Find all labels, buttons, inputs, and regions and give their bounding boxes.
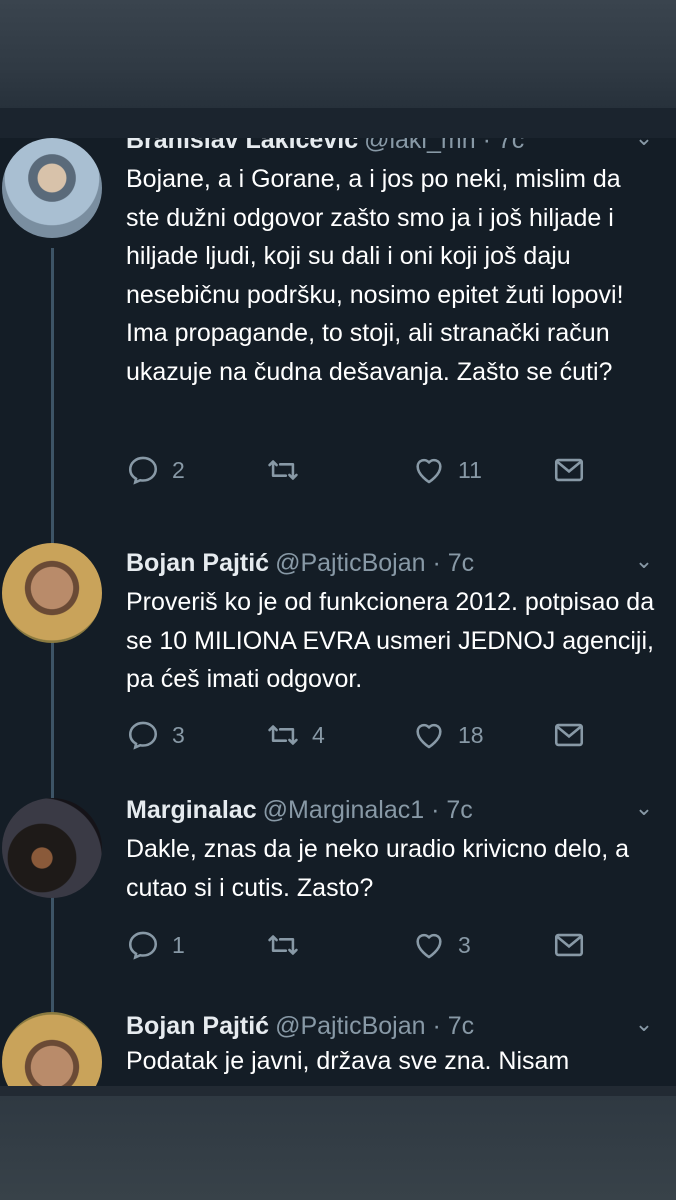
tweet-header: Marginalac @Marginalac1 · 7c ⌄ <box>126 790 676 830</box>
author-handle[interactable]: @laki_mn · 7c <box>364 138 524 154</box>
reply-button[interactable]: 1 <box>126 925 185 965</box>
reply-count: 3 <box>172 721 185 748</box>
reply-count: 2 <box>172 456 185 483</box>
retweet-button[interactable] <box>266 925 312 965</box>
heart-icon <box>416 458 442 484</box>
like-button[interactable]: 18 <box>412 715 484 755</box>
like-button[interactable]: 11 <box>412 450 482 490</box>
tweet-text: Proveriš ko je od funkcionera 2012. potp… <box>126 588 655 693</box>
blurred-bottom-background <box>0 1096 676 1200</box>
author-handle[interactable]: @PajticBojan · 7c <box>275 1012 474 1040</box>
author-name[interactable]: Bojan Pajtić <box>126 549 269 577</box>
tweet-text: Bojane, a i Gorane, a i jos po neki, mis… <box>126 165 624 386</box>
author-name[interactable]: Bojan Pajtić <box>126 1012 269 1040</box>
author-name[interactable]: Marginalac <box>126 796 257 824</box>
envelope-icon <box>554 723 584 747</box>
heart-icon <box>416 933 442 959</box>
avatar[interactable] <box>2 1012 102 1086</box>
chevron-down-icon[interactable]: ⌄ <box>632 796 656 820</box>
chevron-down-icon[interactable]: ⌄ <box>632 549 656 573</box>
tweet-header: Bojan Pajtić @PajticBojan · 7c ⌄ <box>126 543 676 583</box>
retweet-icon <box>268 935 298 955</box>
like-button[interactable]: 3 <box>412 925 471 965</box>
retweet-icon <box>268 460 298 480</box>
retweet-button[interactable] <box>266 450 312 490</box>
envelope-icon <box>554 458 584 482</box>
retweet-button[interactable]: 4 <box>266 715 325 755</box>
tweet-header: Bojan Pajtić @PajticBojan · 7c ⌄ <box>126 1006 676 1046</box>
like-count: 3 <box>458 931 471 958</box>
tweet-text: Dakle, znas da je neko uradio krivicno d… <box>126 835 630 902</box>
direct-message-button[interactable] <box>552 450 598 490</box>
avatar[interactable] <box>2 138 102 238</box>
reply-icon <box>128 721 158 750</box>
reply-count: 1 <box>172 931 185 958</box>
chevron-down-icon[interactable]: ⌄ <box>632 1012 656 1036</box>
tweet-text: Podatak je javni, država sve zna. Nisam <box>126 1047 570 1075</box>
like-count: 11 <box>458 456 482 483</box>
reply-button[interactable]: 3 <box>126 715 185 755</box>
retweet-count: 4 <box>312 721 325 748</box>
tweet-actions: 1 3 <box>126 925 666 965</box>
author-handle[interactable]: @Marginalac1 · 7c <box>263 796 473 824</box>
author-name[interactable]: Branislav Lakicevic <box>126 138 358 154</box>
avatar[interactable] <box>2 543 102 643</box>
reply-button[interactable]: 2 <box>126 450 185 490</box>
tweet-actions: 2 11 <box>126 450 666 490</box>
author-handle[interactable]: @PajticBojan · 7c <box>275 549 474 577</box>
tweet-actions: 3 4 18 <box>126 715 666 755</box>
reply-icon <box>128 456 158 485</box>
thread-line <box>51 248 54 1086</box>
direct-message-button[interactable] <box>552 925 598 965</box>
direct-message-button[interactable] <box>552 715 598 755</box>
envelope-icon <box>554 933 584 957</box>
avatar[interactable] <box>2 798 102 898</box>
blurred-top-background <box>0 0 676 140</box>
reply-icon <box>128 931 158 960</box>
retweet-icon <box>268 725 298 745</box>
tweet-header: Branislav Lakicevic @laki_mn · 7c ⌄ <box>126 138 676 160</box>
heart-icon <box>416 723 442 749</box>
chevron-down-icon[interactable]: ⌄ <box>632 138 656 150</box>
like-count: 18 <box>458 721 484 748</box>
tweet-thread: Branislav Lakicevic @laki_mn · 7c ⌄ Bojan… <box>0 138 676 1086</box>
